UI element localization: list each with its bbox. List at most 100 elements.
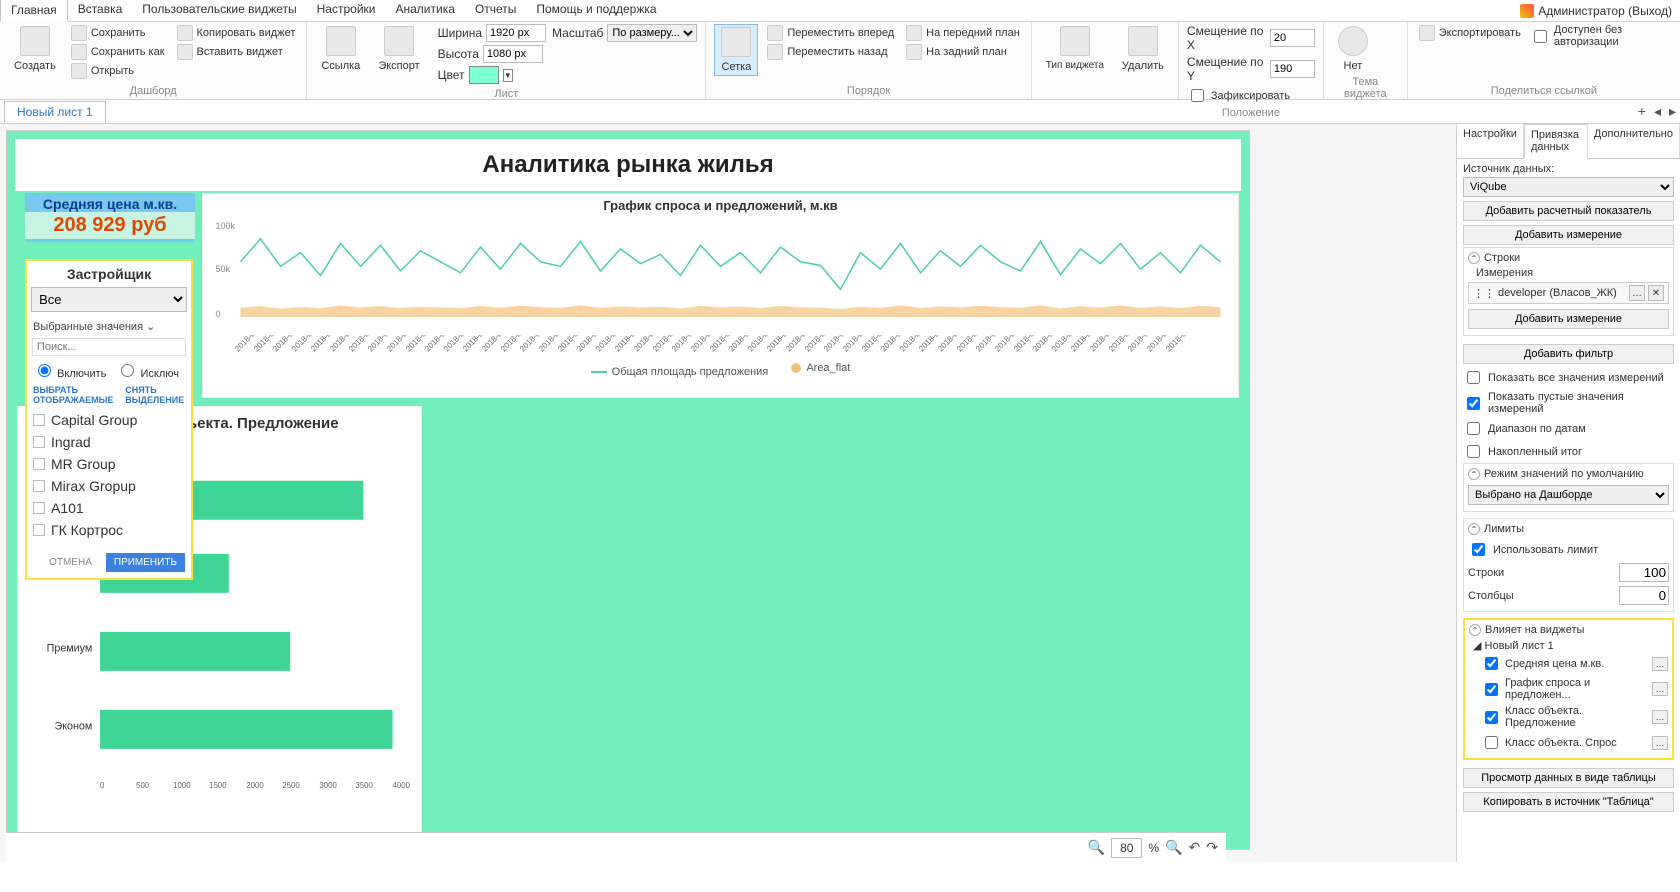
delete-button[interactable]: Удалить: [1116, 24, 1170, 74]
link-button[interactable]: Ссылка: [315, 24, 366, 74]
add-dim2-button[interactable]: Добавить измерение: [1468, 309, 1669, 329]
height-input[interactable]: [483, 45, 543, 63]
no-auth-checkbox[interactable]: [1534, 30, 1547, 43]
show-all-label: Показать все значения измерений: [1488, 372, 1664, 384]
filter-item-4[interactable]: A101: [33, 497, 185, 519]
use-limit-checkbox[interactable]: [1472, 543, 1485, 556]
export2-button[interactable]: Экспортировать: [1416, 24, 1524, 42]
topbar-user[interactable]: Администратор (Выход): [1520, 4, 1680, 18]
include-radio[interactable]: Включить: [33, 361, 106, 380]
chevron-up-icon[interactable]: ⌃: [1469, 624, 1481, 636]
filter-all-select[interactable]: Все: [31, 287, 187, 312]
tree-item-0[interactable]: Средняя цена м.кв.…: [1469, 652, 1668, 675]
to-front-button[interactable]: На передний план: [903, 24, 1023, 42]
exclude-radio[interactable]: Исключ: [116, 361, 179, 380]
dimension-pill[interactable]: ⋮⋮ developer (Власов_ЖК) … ✕: [1468, 282, 1669, 304]
panel-body[interactable]: Источник данных: ViQube Добавить расчетн…: [1457, 159, 1680, 862]
menu-custom-widgets[interactable]: Пользовательские виджеты: [132, 0, 306, 22]
redo-icon[interactable]: ↷: [1206, 839, 1218, 856]
theme-none-button[interactable]: Нет: [1332, 24, 1374, 74]
tree-opts-icon[interactable]: …: [1652, 682, 1668, 696]
move-forward-button[interactable]: Переместить вперед: [764, 24, 897, 42]
offsetx-input[interactable]: [1270, 29, 1315, 47]
cumulative-checkbox[interactable]: [1467, 445, 1480, 458]
kpi-widget[interactable]: Средняя цена м.кв. 208 929 руб: [25, 193, 195, 242]
source-select[interactable]: ViQube: [1463, 177, 1674, 197]
tab-additional[interactable]: Дополнительно: [1588, 124, 1680, 158]
undo-icon[interactable]: ↶: [1189, 839, 1201, 856]
paste-widget-button[interactable]: Вставить виджет: [174, 43, 299, 61]
color-swatch[interactable]: [469, 66, 499, 84]
menu-help[interactable]: Помощь и поддержка: [526, 0, 666, 22]
next-sheet-icon[interactable]: ▸: [1669, 103, 1676, 120]
offsety-input[interactable]: [1270, 60, 1315, 78]
tree-root[interactable]: ◢ Новый лист 1: [1469, 639, 1668, 652]
clear-selection-link[interactable]: СНЯТЬ ВЫДЕЛЕНИЕ: [125, 385, 185, 405]
filter-item-3[interactable]: Mirax Gropup: [33, 475, 185, 497]
color-dropdown-icon[interactable]: ▾: [503, 69, 514, 82]
to-back-button[interactable]: На задний план: [903, 43, 1023, 61]
chevron-up-icon[interactable]: ⌃: [1468, 252, 1480, 264]
show-all-checkbox[interactable]: [1467, 371, 1480, 384]
filter-item-1[interactable]: Ingrad: [33, 431, 185, 453]
zoom-value[interactable]: 80: [1111, 838, 1142, 858]
add-filter-button[interactable]: Добавить фильтр: [1463, 344, 1674, 364]
menu-insert[interactable]: Вставка: [68, 0, 133, 22]
date-range-checkbox[interactable]: [1467, 422, 1480, 435]
prev-sheet-icon[interactable]: ◂: [1654, 103, 1661, 120]
scale-select[interactable]: По размеру...: [607, 24, 697, 42]
widget-type-button[interactable]: Тип виджета: [1040, 24, 1110, 73]
menu-reports[interactable]: Отчеты: [465, 0, 526, 22]
create-button[interactable]: Создать: [8, 24, 62, 74]
tree-item-2[interactable]: Класс объекта. Предложение…: [1469, 703, 1668, 731]
width-input[interactable]: [486, 24, 546, 42]
filter-cancel-button[interactable]: ОТМЕНА: [41, 553, 100, 572]
show-empty-checkbox[interactable]: [1467, 397, 1480, 410]
tree-opts-icon[interactable]: …: [1652, 710, 1668, 724]
filter-item-5[interactable]: ГК Кортрос: [33, 519, 185, 541]
dashboard-canvas[interactable]: Аналитика рынка жилья Средняя цена м.кв.…: [6, 130, 1250, 850]
filter-apply-button[interactable]: ПРИМЕНИТЬ: [106, 553, 185, 572]
filter-widget[interactable]: Застройщик Все Выбранные значения ⌄ Вклю…: [25, 259, 193, 580]
dim-options-icon[interactable]: …: [1629, 285, 1645, 301]
tab-data-binding[interactable]: Привязка данных: [1524, 124, 1588, 159]
chevron-up-icon[interactable]: ⌃: [1468, 523, 1480, 535]
drag-handle-icon[interactable]: ⋮⋮: [1473, 287, 1495, 300]
add-calc-button[interactable]: Добавить расчетный показатель: [1463, 201, 1674, 221]
preview-table-button[interactable]: Просмотр данных в виде таблицы: [1463, 768, 1674, 788]
save-button[interactable]: Сохранить: [68, 24, 168, 42]
tree-opts-icon[interactable]: …: [1652, 657, 1668, 671]
grid-button[interactable]: Сетка: [714, 24, 758, 76]
menu-main[interactable]: Главная: [0, 0, 68, 22]
tree-item-1[interactable]: График спроса и предложен...…: [1469, 675, 1668, 703]
open-button[interactable]: Открыть: [68, 62, 168, 80]
menu-analytics[interactable]: Аналитика: [385, 0, 464, 22]
zoom-out-icon[interactable]: 🔍: [1088, 839, 1105, 856]
filter-selected-dropdown[interactable]: Выбранные значения ⌄: [27, 317, 191, 336]
filter-item-2[interactable]: MR Group: [33, 453, 185, 475]
limit-rows-input[interactable]: [1619, 563, 1669, 582]
sheet-tab-1[interactable]: Новый лист 1: [4, 101, 106, 122]
tree-opts-icon[interactable]: …: [1652, 736, 1668, 750]
menu-settings[interactable]: Настройки: [307, 0, 386, 22]
canvas-scroll[interactable]: Аналитика рынка жилья Средняя цена м.кв.…: [0, 124, 1456, 862]
copy-widget-button[interactable]: Копировать виджет: [174, 24, 299, 42]
add-dim-button[interactable]: Добавить измерение: [1463, 225, 1674, 245]
limit-cols-input[interactable]: [1619, 586, 1669, 605]
filter-item-0[interactable]: Capital Group: [33, 409, 185, 431]
line-chart-widget[interactable]: График спроса и предложений, м.кв 100k 5…: [202, 193, 1239, 398]
zoom-in-icon[interactable]: 🔍: [1165, 839, 1182, 856]
mode-select[interactable]: Выбрано на Дашборде: [1468, 485, 1669, 505]
export-button[interactable]: Экспорт: [372, 24, 425, 74]
tree-item-3[interactable]: Класс объекта. Спрос…: [1469, 731, 1668, 754]
select-visible-link[interactable]: ВЫБРАТЬ ОТОБРАЖАЕМЫЕ: [33, 385, 115, 405]
copy-to-table-button[interactable]: Копировать в источник "Таблица": [1463, 792, 1674, 812]
dim-close-icon[interactable]: ✕: [1648, 285, 1664, 301]
move-back-button[interactable]: Переместить назад: [764, 43, 897, 61]
fix-checkbox[interactable]: [1191, 89, 1204, 102]
save-as-button[interactable]: Сохранить как: [68, 43, 168, 61]
tab-settings[interactable]: Настройки: [1457, 124, 1524, 158]
chevron-up-icon[interactable]: ⌃: [1468, 468, 1480, 480]
add-sheet-icon[interactable]: +: [1638, 103, 1646, 120]
filter-search-input[interactable]: [32, 338, 186, 356]
